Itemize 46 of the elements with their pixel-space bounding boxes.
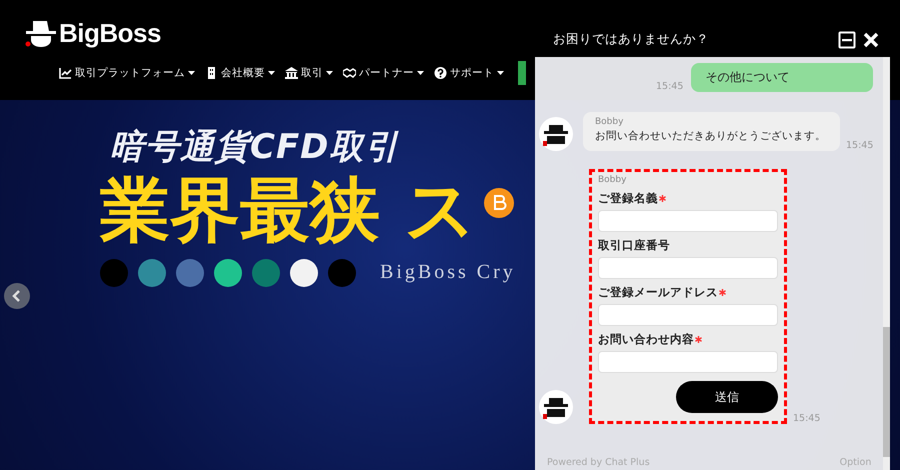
input-field[interactable]: [598, 351, 778, 373]
nav-menu-item[interactable]: サポート: [434, 66, 504, 80]
banner-headline: 業界最狭 ス: [100, 170, 476, 250]
minimize-icon[interactable]: [838, 30, 856, 48]
handshake-icon: [343, 67, 356, 79]
input-field[interactable]: [598, 257, 778, 279]
avatar-icon: [539, 117, 573, 151]
avatar-icon: [539, 390, 573, 424]
sender-name: Bobby: [595, 117, 624, 127]
field-label: 取引口座番号: [598, 238, 670, 253]
banner-subtitle: 暗号通貨CFD取引: [110, 126, 400, 169]
caret-icon: [417, 71, 424, 75]
field-label: ご登録メールアドレス: [598, 285, 718, 300]
nav-menu-item[interactable]: 取引プラットフォーム: [59, 66, 195, 80]
building-icon: [205, 67, 218, 79]
help-icon: [434, 67, 447, 79]
bank-icon: [285, 67, 298, 79]
input-field[interactable]: [598, 210, 778, 232]
coin-icon: [484, 188, 514, 218]
nav-menu-item[interactable]: パートナー: [343, 66, 424, 80]
caret-icon: [497, 71, 504, 75]
input-field[interactable]: [598, 304, 778, 326]
caret-icon: [188, 71, 195, 75]
message-time: 15:45: [656, 81, 684, 92]
hat-logo-icon: [25, 18, 57, 48]
message-time: 15:45: [846, 140, 874, 151]
message-time: 15:45: [793, 413, 820, 424]
caret-icon: [268, 71, 275, 75]
caret-icon: [326, 71, 333, 75]
chat-title: お困りではありませんか？: [553, 31, 710, 48]
chart-icon: [59, 67, 72, 79]
logo-text: BigBoss: [59, 18, 161, 49]
powered-by-text: Powered by Chat Plus: [547, 457, 650, 468]
nav-menu-item[interactable]: 会社概要: [205, 66, 275, 80]
banner-tagline: BigBoss Cry: [380, 261, 516, 284]
sender-name: Bobby: [598, 175, 628, 185]
field-label: お問い合わせ内容: [598, 332, 694, 347]
chevron-left-icon: [12, 290, 22, 302]
previous-slide-button[interactable]: [4, 283, 30, 309]
bot-message: お問い合わせいただきありがとうございます。: [595, 129, 826, 143]
close-icon[interactable]: [862, 30, 880, 48]
nav-menu-item[interactable]: 取引: [285, 66, 333, 80]
scrollbar-thumb[interactable]: [883, 327, 890, 457]
user-message: その他について: [691, 63, 874, 92]
submit-button[interactable]: 送信: [676, 381, 778, 413]
field-label: ご登録名義: [598, 191, 658, 206]
